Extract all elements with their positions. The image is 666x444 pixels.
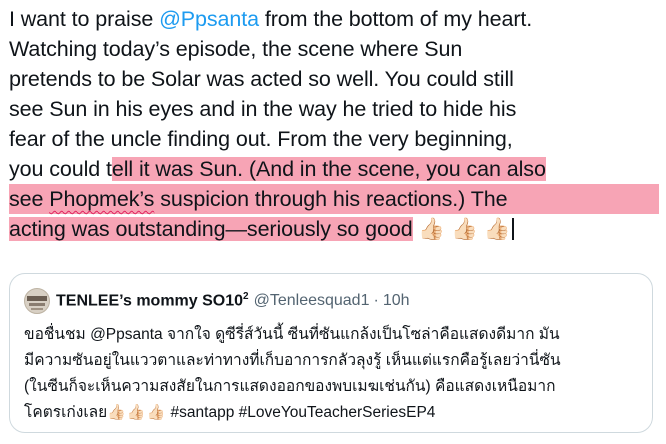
- thumbs-up-emoji: 👍🏻 👍🏻 👍🏻: [412, 217, 511, 241]
- timestamp[interactable]: 10h: [383, 292, 410, 310]
- avatar[interactable]: [24, 288, 50, 314]
- thumbs-up-emoji: 👍🏻👍🏻👍🏻: [107, 404, 167, 421]
- tweet-line: fear of the uncle finding out. From the …: [9, 127, 513, 151]
- quoted-line: ขอชื่นชม @Ppsanta จากใจ ดูซีรี่ส์วันนี้ …: [24, 326, 560, 343]
- text-segment: I want to praise: [9, 7, 160, 31]
- selected-text: acting was outstanding—seriously so good: [9, 217, 413, 241]
- spellcheck-word[interactable]: Phopmek’s: [49, 187, 154, 211]
- hashtags[interactable]: #santapp #LoveYouTeacherSeriesEP4: [166, 404, 436, 421]
- text-cursor: [512, 218, 514, 240]
- selected-text: ell it was Sun. (And in the scene, you c…: [111, 157, 546, 181]
- separator-dot: ·: [373, 292, 379, 309]
- quoted-tweet-card[interactable]: TENLEE’s mommy SO102 @Tenleesquad1 · 10h…: [9, 273, 653, 433]
- text-segment: you could t: [9, 157, 112, 181]
- quoted-line: โคตรเก่งเลย👍🏻👍🏻👍🏻 #santapp #LoveYouTeach…: [24, 400, 644, 426]
- tweet-line: I want to praise @Ppsanta from the botto…: [9, 4, 659, 34]
- mention-link[interactable]: @Ppsanta: [159, 7, 259, 31]
- tweet-line: pretends to be Solar was acted so well. …: [9, 67, 514, 91]
- quoted-line: (ในซีนก็จะเห็นความสงสัยในการแสดงออกของพบ…: [24, 378, 556, 395]
- tweet-text: I want to praise @Ppsanta from the botto…: [9, 4, 659, 244]
- tweet-line: you could tell it was Sun. (And in the s…: [9, 154, 659, 184]
- text-segment: โคตรเก่งเลย: [24, 404, 108, 421]
- user-handle[interactable]: @Tenleesquad1: [254, 292, 370, 310]
- display-name[interactable]: TENLEE’s mommy SO102: [56, 291, 249, 310]
- text-segment: from the bottom of my heart.: [259, 7, 533, 31]
- display-name-text: TENLEE’s mommy SO10: [56, 292, 244, 310]
- quoted-tweet-header: TENLEE’s mommy SO102 @Tenleesquad1 · 10h: [24, 288, 410, 314]
- tweet-line: acting was outstanding—seriously so good…: [9, 214, 659, 244]
- display-name-superscript: 2: [243, 291, 249, 303]
- tweet-line: Watching today’s episode, the scene wher…: [9, 37, 463, 61]
- tweet-line: see Sun in his eyes and in the way he tr…: [9, 97, 517, 121]
- quoted-tweet-text: ขอชื่นชม @Ppsanta จากใจ ดูซีรี่ส์วันนี้ …: [24, 322, 644, 426]
- quoted-line: มีความซันอยู่ในแววตาและท่าทางที่เก็บอากา…: [24, 352, 561, 369]
- tweet-line-selected: see Phopmek’s suspicion through his reac…: [9, 184, 659, 214]
- text-segment: suspicion through his reactions.) The: [154, 187, 508, 211]
- text-segment: see: [9, 187, 50, 211]
